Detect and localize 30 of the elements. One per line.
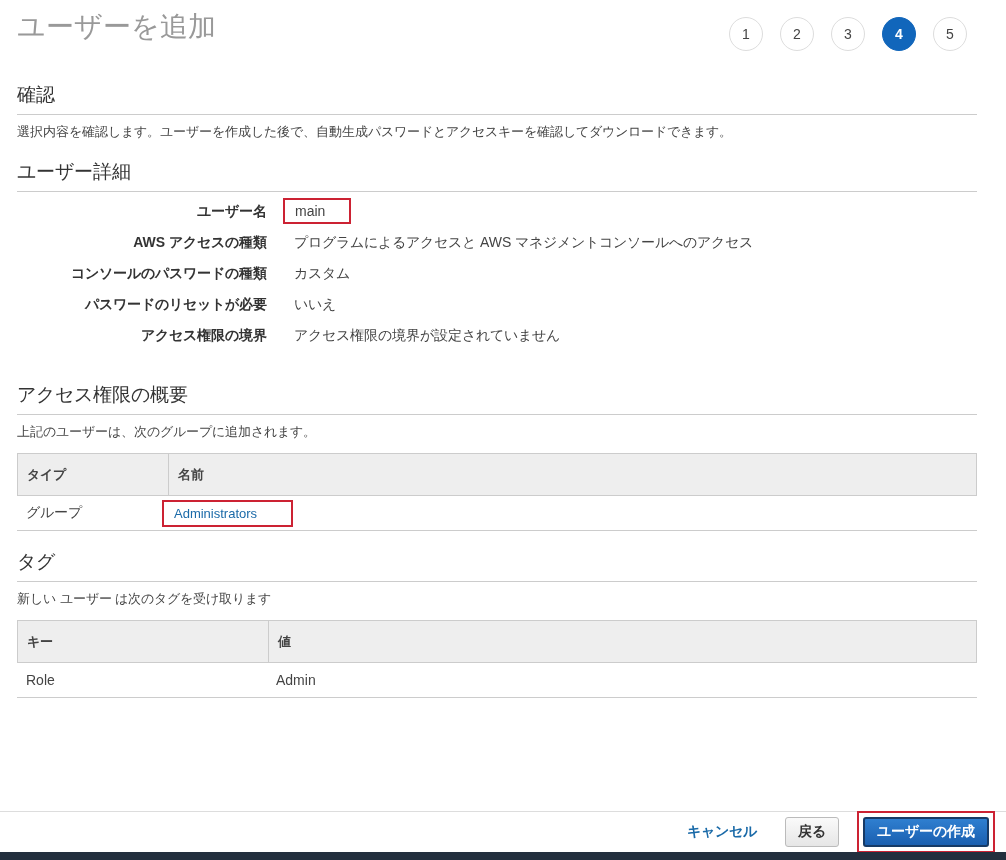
column-header: 値 (268, 621, 976, 662)
section-heading: ユーザー詳細 (17, 159, 977, 192)
page-title: ユーザーを追加 (17, 10, 216, 44)
field-label: ユーザー名 (196, 202, 267, 221)
back-button[interactable]: 戻る (785, 817, 839, 847)
field-label: パスワードのリセットが必要 (83, 295, 267, 314)
section-heading: 確認 (17, 82, 977, 115)
field-value: アクセス権限の境界が設定されていません (293, 326, 561, 345)
table-cell: Admin (276, 672, 316, 688)
field-label: アクセス権限の境界 (140, 326, 267, 345)
field-value: カスタム (293, 264, 351, 283)
field-label: コンソールのパスワードの種類 (70, 264, 267, 283)
field-value: いいえ (293, 295, 337, 314)
section-description: 選択内容を確認します。ユーザーを作成した後で、自動生成パスワードとアクセスキーを確認してダウンロードできます。 (17, 123, 733, 141)
table-link[interactable]: Administrators (164, 501, 292, 525)
create-user-button[interactable]: ユーザーの作成 (863, 817, 989, 847)
column-header: タイプ (26, 465, 68, 484)
section-description: 上記のユーザーは、次のグループに追加されます。 (17, 423, 317, 441)
section-heading: タグ (17, 549, 977, 582)
field-label: AWS アクセスの種類 (132, 233, 267, 252)
section-description: 新しい ユーザー は次のタグを受け取ります (17, 590, 273, 608)
column-header: キー (26, 632, 54, 651)
table-cell: グループ (26, 504, 82, 520)
field-value: プログラムによるアクセスと AWS マネジメントコンソールへのアクセス (293, 233, 755, 252)
step-indicator[interactable]: 4 (882, 17, 916, 51)
section-heading: アクセス権限の概要 (17, 382, 977, 415)
table-cell: Role (26, 672, 55, 688)
cancel-link[interactable]: キャンセル (687, 823, 757, 841)
column-header: 名前 (168, 454, 976, 495)
field-value: main (285, 200, 350, 222)
